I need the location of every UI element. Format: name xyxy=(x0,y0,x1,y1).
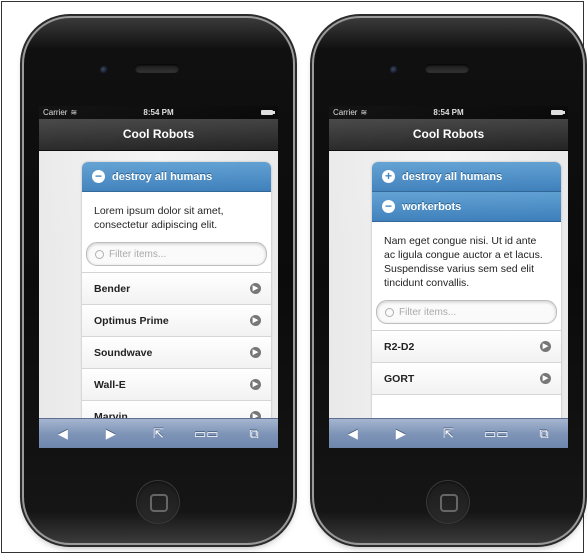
battery-icon xyxy=(551,110,565,115)
bookmarks-icon[interactable]: ▭▭ xyxy=(191,426,221,442)
list-item[interactable]: Soundwave ▶ xyxy=(82,337,271,369)
browser-toolbar: ◀ ▶ ⇱ ▭▭ ⧉ xyxy=(329,418,568,448)
screen: Carrier ≋ 8:54 PM Cool Robots − destroy a… xyxy=(39,106,278,448)
list-item[interactable]: Wall-E ▶ xyxy=(82,369,271,401)
status-bar: Carrier ≋ 8:54 PM xyxy=(329,106,568,119)
status-bar: Carrier ≋ 8:54 PM xyxy=(39,106,278,119)
list-item-label: Wall-E xyxy=(94,378,126,391)
list-item[interactable]: Bender ▶ xyxy=(82,273,271,305)
forward-icon[interactable]: ▶ xyxy=(96,426,126,442)
accordion-header-label: workerbots xyxy=(402,200,462,213)
list-item-label: GORT xyxy=(384,372,415,385)
speaker-grille xyxy=(135,64,179,73)
bookmarks-icon[interactable]: ▭▭ xyxy=(481,426,511,442)
filter-input[interactable] xyxy=(109,248,249,260)
content-area: + destroy all humans − workerbots Nam eg… xyxy=(329,151,568,432)
page-title: Cool Robots xyxy=(39,119,278,151)
robot-list: Bender ▶ Optimus Prime ▶ Soundwave ▶ Wall-E… xyxy=(82,272,271,432)
accordion-header-destroy-all-humans[interactable]: + destroy all humans xyxy=(372,162,561,192)
arrow-right-icon: ▶ xyxy=(250,283,261,294)
search-icon xyxy=(385,307,394,317)
search-icon xyxy=(95,249,104,259)
accordion-body-text: Nam eget congue nisi. Ut id ante ac ligu… xyxy=(384,235,543,289)
arrow-right-icon: ▶ xyxy=(540,373,551,384)
camera-icon xyxy=(390,66,398,74)
accordion-header-label: destroy all humans xyxy=(112,170,213,183)
phone-right: Carrier ≋ 8:54 PM Cool Robots + destroy a… xyxy=(314,18,583,543)
filter-field[interactable] xyxy=(86,242,267,266)
tabs-icon[interactable]: ⧉ xyxy=(529,426,559,442)
battery-icon xyxy=(261,110,275,115)
speaker-grille xyxy=(425,64,469,73)
accordion-body-text: Lorem ipsum dolor sit amet, consectetur … xyxy=(94,205,224,231)
status-time: 8:54 PM xyxy=(143,108,174,117)
accordion-header-destroy-all-humans[interactable]: − destroy all humans xyxy=(82,162,271,192)
list-item-label: Soundwave xyxy=(94,346,153,359)
filter-input[interactable] xyxy=(399,306,539,318)
list-item[interactable]: GORT ▶ xyxy=(372,363,561,395)
content-area: − destroy all humans Lorem ipsum dolor s… xyxy=(39,151,278,432)
browser-toolbar: ◀ ▶ ⇱ ▭▭ ⧉ xyxy=(39,418,278,448)
accordion-header-label: destroy all humans xyxy=(402,170,503,183)
phone-left: Carrier ≋ 8:54 PM Cool Robots − destroy a… xyxy=(24,18,293,543)
minus-circle-icon: − xyxy=(382,200,395,213)
forward-icon[interactable]: ▶ xyxy=(386,426,416,442)
robot-list: R2-D2 ▶ GORT ▶ xyxy=(372,330,561,395)
list-item-label: Optimus Prime xyxy=(94,314,169,327)
list-item[interactable]: Optimus Prime ▶ xyxy=(82,305,271,337)
minus-circle-icon: − xyxy=(92,170,105,183)
collapsible-set: + destroy all humans − workerbots Nam eg… xyxy=(372,162,561,432)
camera-icon xyxy=(100,66,108,74)
filter-field[interactable] xyxy=(376,300,557,324)
share-icon[interactable]: ⇱ xyxy=(433,426,463,442)
back-icon[interactable]: ◀ xyxy=(338,426,368,442)
arrow-right-icon: ▶ xyxy=(250,347,261,358)
tabs-icon[interactable]: ⧉ xyxy=(239,426,269,442)
share-icon[interactable]: ⇱ xyxy=(143,426,173,442)
list-item-label: R2-D2 xyxy=(384,340,415,353)
plus-circle-icon: + xyxy=(382,170,395,183)
list-item[interactable]: R2-D2 ▶ xyxy=(372,331,561,363)
home-button[interactable] xyxy=(426,480,470,524)
arrow-right-icon: ▶ xyxy=(540,341,551,352)
accordion-header-workerbots[interactable]: − workerbots xyxy=(372,192,561,222)
screen: Carrier ≋ 8:54 PM Cool Robots + destroy a… xyxy=(329,106,568,448)
status-time: 8:54 PM xyxy=(433,108,464,117)
list-item-label: Bender xyxy=(94,282,131,295)
collapsible-set: − destroy all humans Lorem ipsum dolor s… xyxy=(82,162,271,432)
back-icon[interactable]: ◀ xyxy=(48,426,78,442)
arrow-right-icon: ▶ xyxy=(250,315,261,326)
page-title: Cool Robots xyxy=(329,119,568,151)
home-button[interactable] xyxy=(136,480,180,524)
arrow-right-icon: ▶ xyxy=(250,379,261,390)
